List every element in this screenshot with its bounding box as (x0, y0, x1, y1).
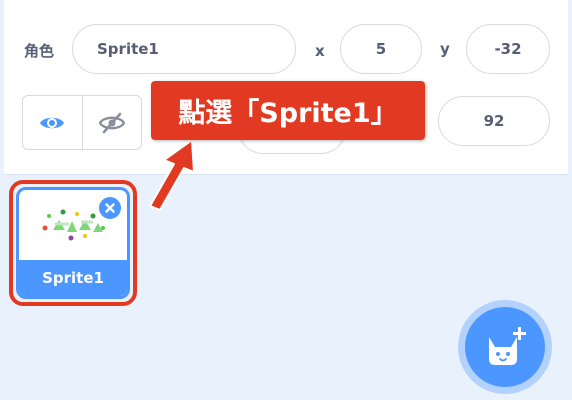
cat-plus-icon (489, 327, 526, 365)
show-sprite-button[interactable] (23, 96, 82, 149)
y-label: y (440, 40, 450, 58)
eye-icon (40, 117, 65, 128)
close-icon (105, 203, 115, 213)
x-label: x (315, 42, 325, 60)
delete-sprite-button[interactable] (99, 197, 121, 219)
sprite-name-field[interactable]: Sprite1 (72, 24, 296, 74)
visibility-toggle (22, 95, 142, 150)
callout-label: 點選「Sprite1」 (151, 81, 425, 140)
sprite-label: 角色 (24, 42, 55, 60)
add-sprite-button[interactable] (458, 300, 552, 394)
arrow-up-right-icon (149, 139, 195, 211)
sprite-name-label: Sprite1 (19, 260, 127, 296)
add-sprite-button-inner (465, 307, 545, 387)
eye-slash-icon (98, 112, 125, 133)
hide-sprite-button[interactable] (81, 96, 142, 149)
y-field[interactable]: -32 (466, 24, 550, 74)
direction-field[interactable]: 92 (438, 96, 550, 146)
x-field[interactable]: 5 (340, 24, 422, 74)
